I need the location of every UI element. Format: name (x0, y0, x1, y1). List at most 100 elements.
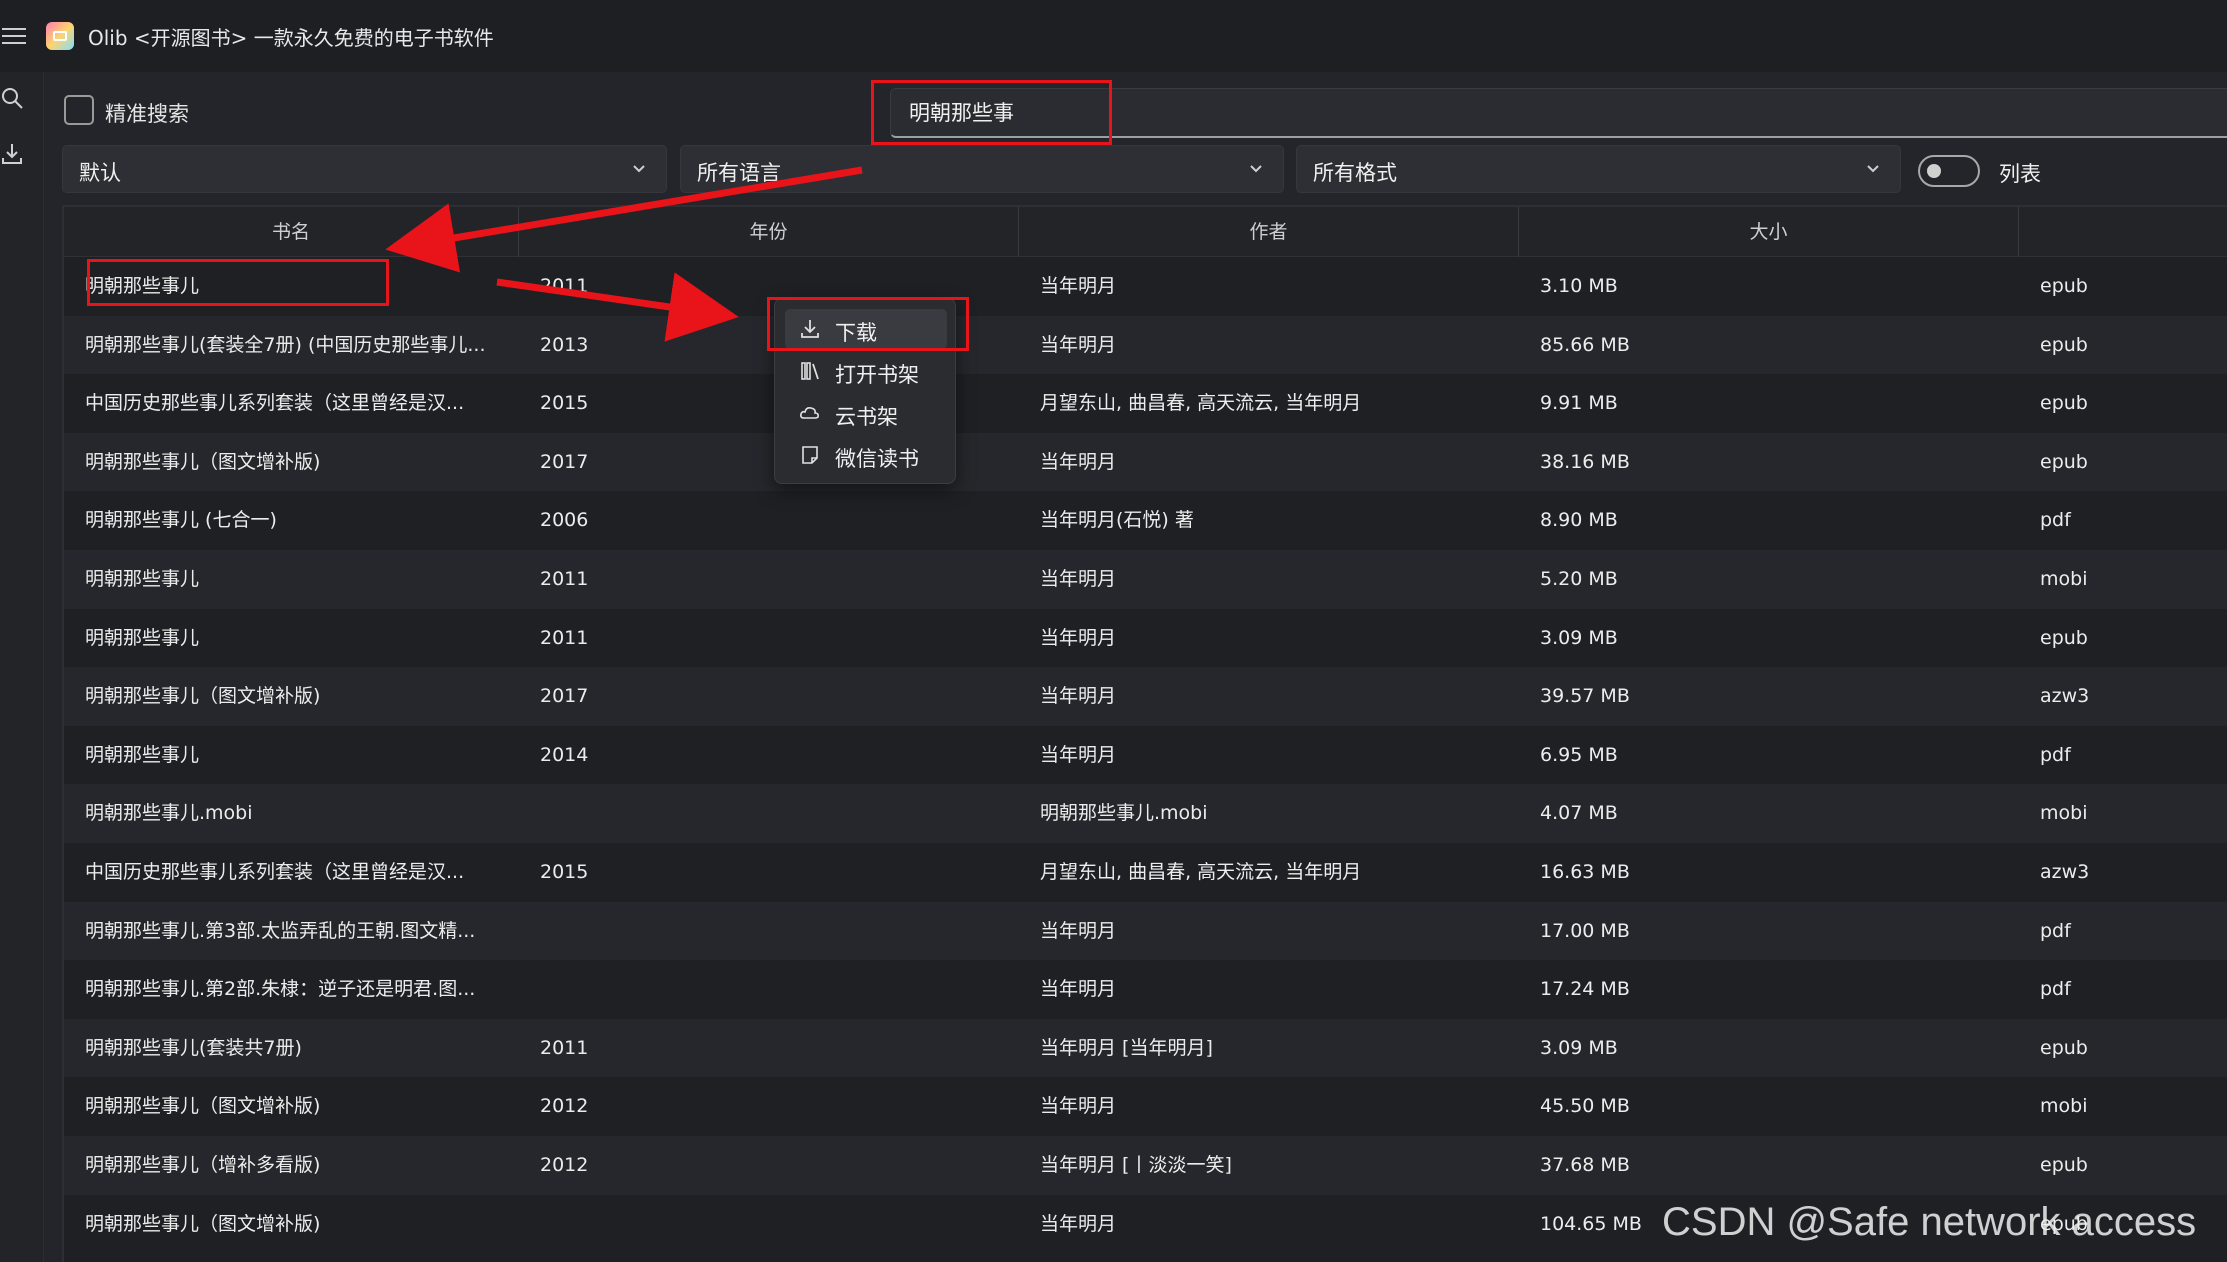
cell-author: 当年明月 (1040, 568, 1117, 590)
cell-title: 明朝那些事儿 (七合一) (85, 509, 277, 532)
cell-year: 2013 (540, 333, 589, 356)
hamburger-menu-icon[interactable] (2, 26, 28, 46)
cell-title: 明朝那些事儿 (85, 568, 200, 590)
column-header-title[interactable]: 书名 (64, 207, 519, 257)
title-bar: Olib <开源图书> 一款永久免费的电子书软件 (0, 0, 2227, 72)
cell-format: pdf (2040, 919, 2071, 942)
cell-author: 当年明月 (1040, 275, 1117, 297)
cell-size: 6.95 MB (1540, 743, 1618, 766)
format-select-value: 所有格式 (1313, 161, 1397, 185)
table-row[interactable]: 明朝那些事儿（图文增补版) 2012 当年明月 45.50 MB mobi (64, 1077, 2227, 1136)
table-row[interactable]: 明朝那些事儿 2011 当年明月 3.09 MB epub (64, 609, 2227, 668)
cell-title: 明朝那些事儿.mobi (85, 802, 253, 825)
table-row[interactable]: 明朝那些事儿（增补多看版) 2012 当年明月 [丨淡淡一笑] 37.68 MB epu… (64, 1136, 2227, 1195)
table-row[interactable]: 明朝那些事儿 2011 当年明月 5.20 MB mobi (64, 550, 2227, 609)
table-row[interactable]: 明朝那些事儿(套装全7册) (中国历史那些事儿... 2013 当年明月 85.66 … (64, 315, 2227, 375)
table-row[interactable]: 明朝那些事儿 (七合一) 2006 当年明月(石悦) 著 8.90 MB pdf (64, 491, 2227, 550)
context-menu-wechat-read[interactable]: 微信读书 (785, 435, 947, 475)
app-logo (46, 22, 74, 50)
cell-title: 明朝那些事儿.第3部.太监弄乱的王朝.图文精... (85, 919, 476, 942)
list-view-toggle[interactable] (1918, 155, 1980, 187)
cell-size: 4.07 MB (1540, 802, 1618, 825)
table-header: 书名 年份 作者 大小 (64, 207, 2227, 257)
cell-format: pdf (2040, 978, 2071, 1001)
table-row[interactable]: 明朝那些事儿（图文增补版) 2017 当年明月 39.57 MB azw3 (64, 667, 2227, 726)
cell-author: 当年明月 (1040, 743, 1117, 766)
cell-title: 明朝那些事儿.第2部.朱棣：逆子还是明君.图... (85, 978, 476, 1001)
annotation-box-search (871, 80, 1112, 145)
cell-author: 当年明月 [丨淡淡一笑] (1040, 1154, 1232, 1176)
cell-format: epub (2040, 450, 2088, 473)
cell-format: epub (2040, 392, 2088, 415)
cell-title: 明朝那些事儿（图文增补版) (85, 1212, 321, 1235)
cell-size: 45.50 MB (1540, 1095, 1630, 1118)
table-row[interactable]: 明朝那些事儿.第2部.朱棣：逆子还是明君.图... 当年明月 17.24 MB pdf (64, 960, 2227, 1019)
context-menu-open-bookshelf[interactable]: 打开书架 (785, 351, 947, 391)
download-icon[interactable] (0, 142, 24, 166)
cell-title: 中国历史那些事儿系列套装（这里曾经是汉... (85, 392, 465, 415)
cell-author: 当年明月 (1040, 333, 1117, 356)
table-row[interactable]: 中国历史那些事儿系列套装（这里曾经是汉... 2015 月望东山, 曲昌春, 高天流… (64, 374, 2227, 433)
context-menu-cloud-bookshelf[interactable]: 云书架 (785, 393, 947, 433)
cell-year: 2012 (540, 1154, 589, 1176)
cell-size: 3.10 MB (1540, 275, 1618, 297)
cell-title: 明朝那些事儿（图文增补版) (85, 450, 321, 473)
exact-search-checkbox[interactable] (64, 95, 94, 125)
cell-format: pdf (2040, 509, 2071, 532)
cell-year: 2011 (540, 275, 589, 297)
cell-format: epub (2040, 275, 2088, 297)
cell-year: 2011 (540, 626, 589, 649)
exact-search-label: 精准搜索 (105, 102, 189, 126)
cell-size: 9.91 MB (1540, 392, 1618, 415)
main-panel: 精准搜索 默认 所有语言 所有格式 列表 书名 年份 作者 大小 明朝那些事儿 2… (44, 72, 2227, 1262)
cell-author: 当年明月 (1040, 919, 1117, 942)
column-header-author[interactable]: 作者 (1019, 207, 1519, 257)
cell-format: epub (2040, 1036, 2088, 1059)
annotation-box-first-result (87, 259, 389, 306)
context-menu-label: 打开书架 (835, 363, 919, 387)
cell-size: 16.63 MB (1540, 861, 1630, 883)
cell-format: azw3 (2040, 861, 2090, 883)
table-row[interactable]: 中国历史那些事儿系列套装（这里曾经是汉... 2015 月望东山, 曲昌春, 高天流… (64, 843, 2227, 902)
format-select[interactable]: 所有格式 (1296, 145, 1901, 193)
cell-format: mobi (2040, 802, 2088, 825)
cell-size: 39.57 MB (1540, 685, 1630, 708)
cell-author: 当年明月 (1040, 1095, 1117, 1118)
left-sidebar (0, 72, 44, 1262)
cell-size: 5.20 MB (1540, 568, 1618, 590)
table-row[interactable]: 明朝那些事儿 2014 当年明月 6.95 MB pdf (64, 726, 2227, 785)
search-icon[interactable] (0, 86, 24, 110)
watermark: CSDN @Safe network access (1662, 1200, 2197, 1244)
cell-size: 37.68 MB (1540, 1154, 1630, 1176)
column-header-year[interactable]: 年份 (519, 207, 1019, 257)
cell-size: 17.24 MB (1540, 978, 1630, 1001)
sort-select[interactable]: 默认 (62, 145, 667, 193)
cell-title: 明朝那些事儿(套装全7册) (中国历史那些事儿... (85, 333, 486, 356)
cell-title: 明朝那些事儿 (85, 626, 200, 649)
column-header-size[interactable]: 大小 (1519, 207, 2019, 257)
cell-format: azw3 (2040, 685, 2090, 708)
cell-size: 3.09 MB (1540, 626, 1618, 649)
cell-year: 2011 (540, 1036, 589, 1059)
cell-title: 中国历史那些事儿系列套装（这里曾经是汉... (85, 861, 465, 883)
note-icon (802, 446, 818, 464)
cell-format: mobi (2040, 1095, 2088, 1118)
cell-size: 3.09 MB (1540, 1036, 1618, 1059)
chevron-down-icon (633, 165, 645, 173)
cell-format: epub (2040, 1154, 2088, 1176)
sort-select-value: 默认 (79, 161, 121, 185)
table-row[interactable]: 明朝那些事儿.mobi 明朝那些事儿.mobi 4.07 MB mobi (64, 784, 2227, 843)
annotation-box-download (767, 297, 969, 351)
table-row[interactable]: 明朝那些事儿.第3部.太监弄乱的王朝.图文精... 当年明月 17.00 MB pdf (64, 901, 2227, 961)
cell-title: 明朝那些事儿 (85, 743, 200, 766)
cell-size: 8.90 MB (1540, 509, 1618, 532)
table-row[interactable]: 明朝那些事儿（图文增补版) 2017 当年明月 38.16 MB epub (64, 432, 2227, 492)
results-table: 书名 年份 作者 大小 明朝那些事儿 2011 当年明月 3.10 MB epub 明朝那… (62, 205, 2227, 1262)
list-view-label: 列表 (1999, 162, 2041, 186)
app-title: Olib <开源图书> 一款永久免费的电子书软件 (88, 25, 494, 50)
table-row[interactable]: 明朝那些事儿(套装共7册) 2011 当年明月 [当年明月] 3.09 MB epub (64, 1018, 2227, 1078)
cell-year: 2017 (540, 685, 589, 708)
cell-title: 明朝那些事儿（图文增补版) (85, 1095, 321, 1118)
language-select[interactable]: 所有语言 (680, 145, 1284, 193)
bookshelf-icon (801, 362, 819, 380)
